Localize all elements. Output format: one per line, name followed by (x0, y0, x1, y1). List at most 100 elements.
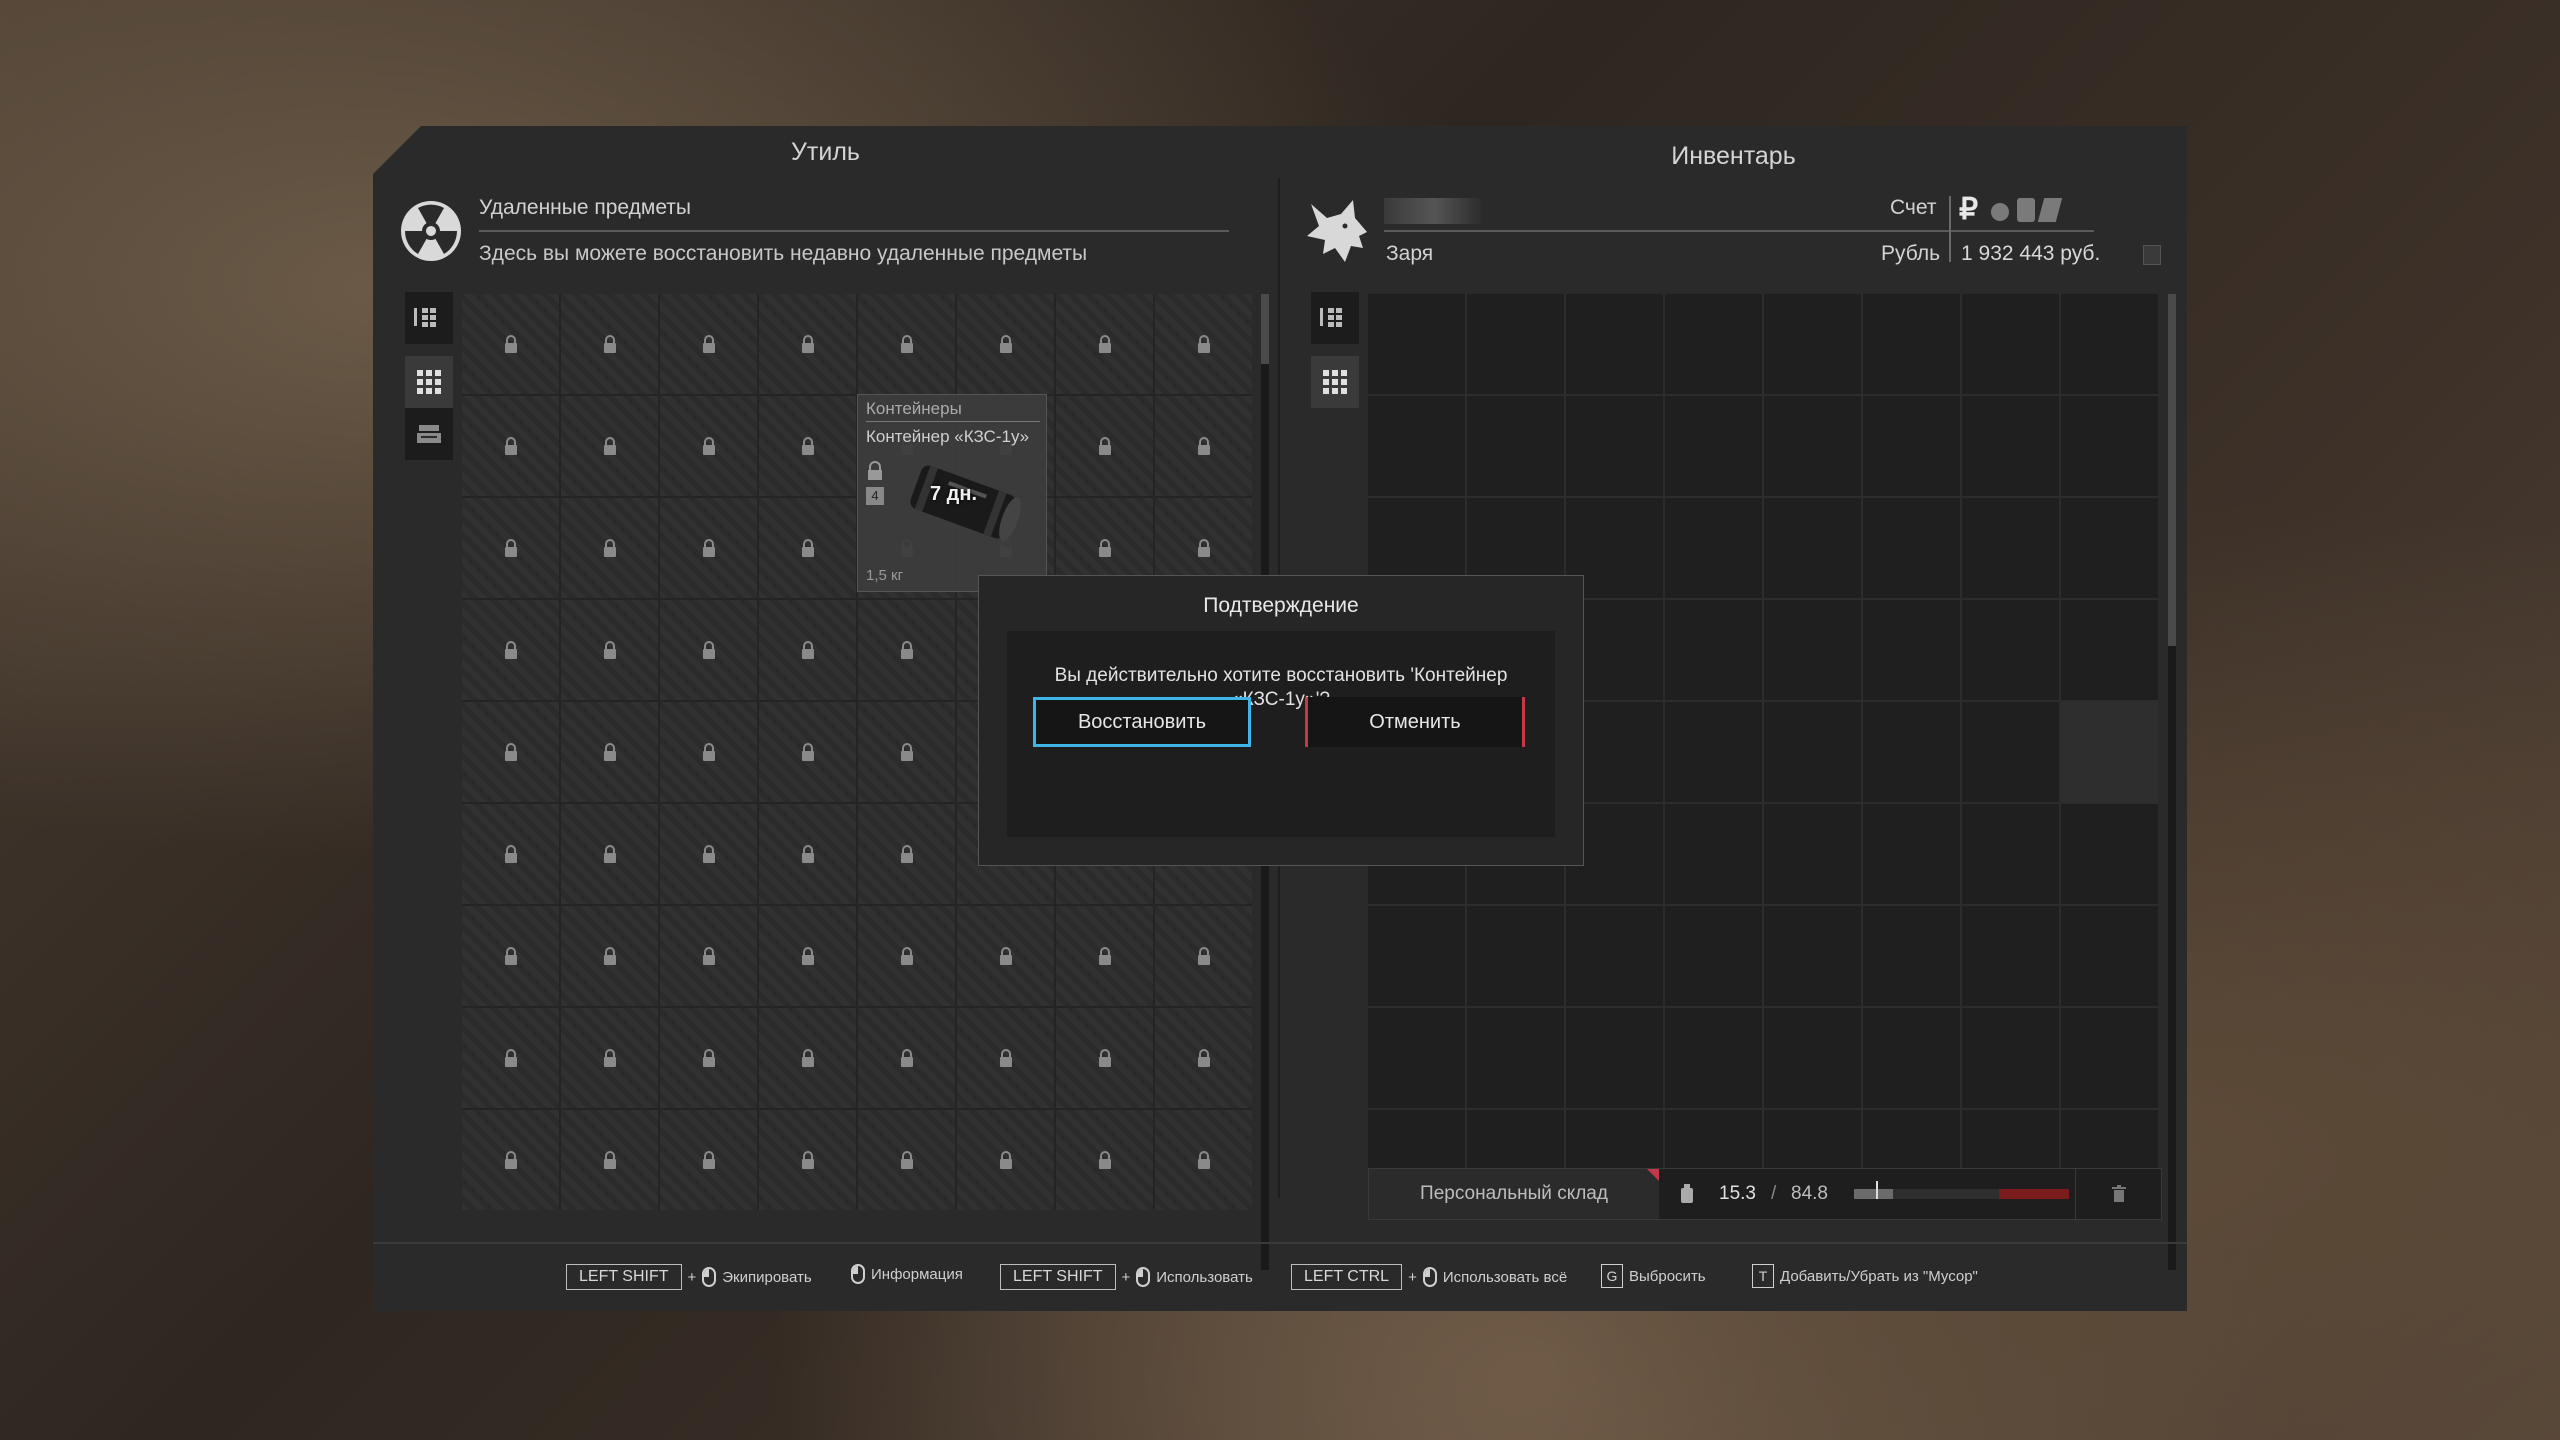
inventory-slot[interactable] (1764, 294, 1861, 394)
inventory-slot[interactable] (1467, 906, 1564, 1006)
locked-slot (660, 1008, 757, 1108)
inventory-slot[interactable] (1566, 906, 1663, 1006)
inventory-slot[interactable] (2061, 498, 2158, 598)
inventory-slot[interactable] (1962, 1212, 2059, 1270)
ruble-currency-icon[interactable]: ₽ (1959, 192, 1978, 227)
inventory-slot[interactable] (1566, 396, 1663, 496)
inventory-slot[interactable] (1764, 498, 1861, 598)
personal-storage-tab[interactable]: Персональный склад (1369, 1169, 1659, 1219)
inventory-slot[interactable] (1368, 1008, 1465, 1108)
cancel-button[interactable]: Отменить (1305, 697, 1525, 747)
inventory-slot[interactable] (1863, 906, 1960, 1006)
inventory-slot[interactable] (1764, 702, 1861, 802)
lock-icon (603, 641, 616, 659)
right-scrollbar[interactable] (2168, 294, 2176, 1270)
inventory-slot[interactable] (1962, 396, 2059, 496)
inventory-slot[interactable] (1962, 1008, 2059, 1108)
inv-grid-view-button[interactable] (1311, 356, 1359, 408)
inventory-slot[interactable] (1467, 294, 1564, 394)
inventory-slot[interactable] (1368, 294, 1465, 394)
lock-icon (999, 947, 1012, 965)
inventory-slot[interactable] (1863, 702, 1960, 802)
inventory-slot[interactable] (1764, 600, 1861, 700)
inventory-slot[interactable] (2061, 906, 2158, 1006)
inventory-slot[interactable] (1665, 906, 1762, 1006)
inventory-slot[interactable] (2061, 1008, 2158, 1108)
balance-info-icon[interactable] (2143, 245, 2161, 265)
locked-slot (462, 600, 559, 700)
inventory-slot[interactable] (1764, 396, 1861, 496)
inventory-slot[interactable] (1764, 804, 1861, 904)
lock-icon (504, 641, 517, 659)
lock-icon (504, 743, 517, 761)
inventory-slot[interactable] (1665, 804, 1762, 904)
inventory-slot[interactable] (1368, 906, 1465, 1006)
sort-list-button[interactable] (405, 292, 453, 344)
inv-sort-list-button[interactable] (1311, 292, 1359, 344)
inventory-slot[interactable] (1566, 1212, 1663, 1270)
restore-button[interactable]: Восстановить (1033, 697, 1251, 747)
lock-icon (801, 1049, 814, 1067)
trash-button[interactable] (2075, 1169, 2162, 1219)
inventory-slot[interactable] (1962, 498, 2059, 598)
inventory-slot[interactable] (1863, 600, 1960, 700)
inventory-slot[interactable] (2061, 396, 2158, 496)
lock-icon (999, 1049, 1012, 1067)
inventory-slot[interactable] (1962, 906, 2059, 1006)
inventory-slot[interactable] (1764, 1008, 1861, 1108)
inventory-slot[interactable] (2061, 294, 2158, 394)
inventory-slot[interactable] (2061, 1212, 2158, 1270)
inventory-slot[interactable] (1665, 498, 1762, 598)
inventory-slot[interactable] (1467, 1212, 1564, 1270)
inventory-slot[interactable] (1863, 804, 1960, 904)
inventory-slot[interactable] (1566, 1008, 1663, 1108)
left-scrollbar-thumb[interactable] (1261, 294, 1269, 364)
inventory-slot[interactable] (2061, 702, 2158, 802)
mouse-icon (851, 1264, 865, 1284)
inventory-slot[interactable] (2061, 804, 2158, 904)
inventory-slot[interactable] (1863, 1008, 1960, 1108)
inventory-slot[interactable] (1665, 1008, 1762, 1108)
lock-icon (603, 437, 616, 455)
inventory-slot[interactable] (1665, 702, 1762, 802)
inventory-slot[interactable] (1665, 294, 1762, 394)
inventory-slot[interactable] (1962, 702, 2059, 802)
inventory-slot[interactable] (1863, 498, 1960, 598)
hint-plus: + (1408, 1268, 1417, 1286)
inventory-slot[interactable] (2061, 600, 2158, 700)
lock-icon (603, 335, 616, 353)
lock-icon (1098, 335, 1111, 353)
faction-name: Заря (1386, 242, 1434, 265)
inventory-slot[interactable] (1665, 1212, 1762, 1270)
inventory-slot[interactable] (1368, 396, 1465, 496)
coin-currency-icon[interactable] (1991, 203, 2009, 221)
inventory-slot[interactable] (1467, 1008, 1564, 1108)
lock-icon (702, 437, 715, 455)
inventory-slot[interactable] (1962, 600, 2059, 700)
inventory-slot[interactable] (1764, 1212, 1861, 1270)
weight-separator: / (1771, 1183, 1777, 1204)
inventory-slot[interactable] (1863, 396, 1960, 496)
inventory-slot[interactable] (1665, 396, 1762, 496)
lock-icon (1098, 1049, 1111, 1067)
inventory-slot[interactable] (1665, 600, 1762, 700)
item-container-kzs[interactable]: Контейнеры Контейнер «КЗС-1у» 4 7 дн. 1,… (857, 394, 1047, 592)
inventory-slot[interactable] (1467, 396, 1564, 496)
locked-slot (462, 1008, 559, 1108)
inventory-slot[interactable] (1566, 294, 1663, 394)
cash-currency-icon[interactable] (2017, 198, 2035, 222)
lock-icon (702, 947, 715, 965)
right-panel-title: Инвентарь (1671, 142, 1796, 170)
inventory-slot[interactable] (1764, 906, 1861, 1006)
voucher-currency-icon[interactable] (2037, 198, 2063, 222)
inventory-slot[interactable] (1962, 804, 2059, 904)
inventory-slot[interactable] (1863, 1212, 1960, 1270)
inventory-slot[interactable] (1368, 1212, 1465, 1270)
right-scrollbar-thumb[interactable] (2168, 294, 2176, 646)
locked-slot (1056, 906, 1153, 1006)
grid-view-button[interactable] (405, 356, 453, 408)
category-filter-button[interactable] (405, 408, 453, 460)
locked-slot (759, 396, 856, 496)
inventory-slot[interactable] (1962, 294, 2059, 394)
inventory-slot[interactable] (1863, 294, 1960, 394)
